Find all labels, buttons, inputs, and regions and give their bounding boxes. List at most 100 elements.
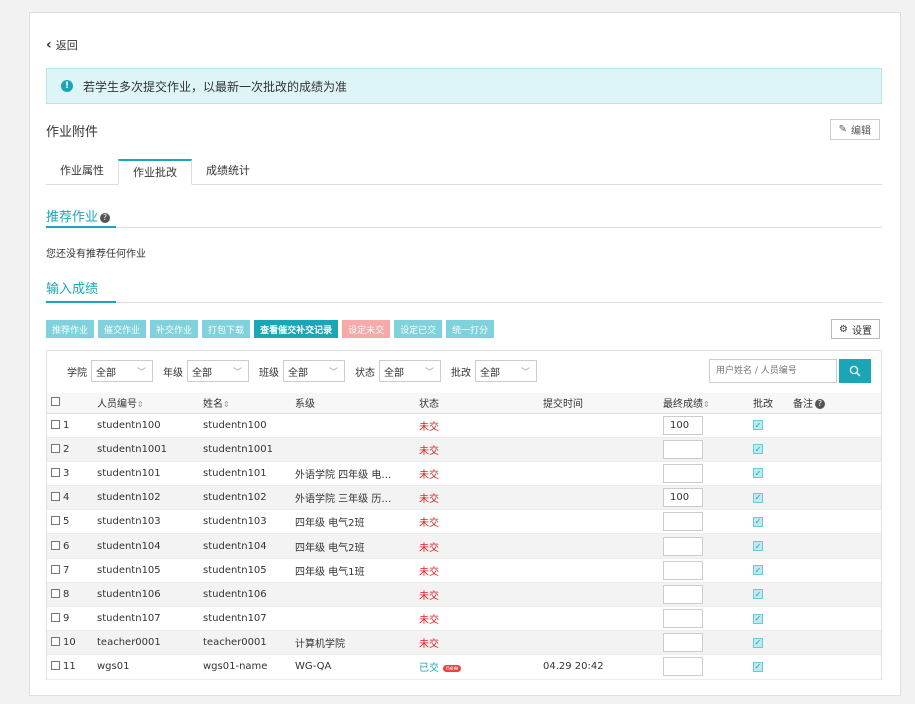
graded-checkbox[interactable]: ✓ [753, 613, 763, 624]
row-checkbox[interactable] [51, 613, 60, 623]
cell-graded: ✓ [749, 558, 789, 583]
filter-label-status: 状态 [355, 367, 375, 379]
graded-checkbox[interactable]: ✓ [753, 420, 763, 431]
score-input[interactable]: 100 [663, 415, 703, 435]
cell-dept: 四年级 电气1班 [291, 558, 415, 583]
cell-note [789, 509, 881, 535]
score-input[interactable] [663, 463, 703, 483]
cell-score [659, 509, 749, 535]
cell-time [539, 533, 659, 559]
chevron-down-icon: ﹀ [520, 367, 530, 378]
row-checkbox[interactable] [51, 637, 60, 647]
graded-select[interactable]: 全部 ﹀ [475, 360, 537, 382]
grade-select[interactable]: 全部 ﹀ [187, 360, 249, 382]
cell-score [659, 582, 749, 608]
set-submitted-button[interactable]: 设定已交 [394, 320, 443, 338]
edit-label: 编辑 [851, 126, 871, 137]
score-input[interactable] [663, 657, 703, 677]
graded-checkbox[interactable]: ✓ [753, 589, 763, 600]
row-number: 1 [63, 419, 70, 431]
score-input[interactable] [663, 439, 703, 459]
cell-dept: WG-QA [291, 654, 415, 680]
select-all-cell [47, 393, 93, 414]
search-input[interactable] [709, 359, 837, 383]
cell-note [789, 461, 881, 487]
tab-statistics[interactable]: 成绩统计 [192, 159, 264, 185]
cell-status: 未交 [415, 582, 539, 608]
status-text: 未交 [419, 615, 439, 627]
row-checkbox[interactable] [51, 588, 60, 598]
score-input[interactable] [663, 633, 703, 653]
cell-note [789, 485, 881, 511]
class-select[interactable]: 全部 ﹀ [283, 360, 345, 382]
table-row: 1 studentn100 studentn100 未交 100 ✓ [47, 413, 881, 438]
tab-properties[interactable]: 作业属性 [46, 159, 118, 185]
download-zip-button[interactable]: 打包下载 [202, 320, 251, 338]
graded-checkbox[interactable]: ✓ [753, 565, 763, 576]
back-link[interactable]: ‹ 返回 [46, 37, 78, 53]
score-input[interactable] [663, 536, 703, 556]
cell-graded: ✓ [749, 630, 789, 656]
help-icon[interactable]: ? [100, 212, 111, 223]
settings-button[interactable]: ⚙ 设置 [831, 319, 880, 339]
col-name[interactable]: 姓名⇕ [199, 393, 291, 414]
col-id[interactable]: 人员编号⇕ [93, 393, 199, 414]
late-submit-button[interactable]: 补交作业 [150, 320, 199, 338]
grade-all-button[interactable]: 统一打分 [446, 320, 495, 338]
row-checkbox[interactable] [51, 540, 60, 550]
score-input[interactable] [663, 609, 703, 629]
status-text: 未交 [419, 518, 439, 530]
cell-graded: ✓ [749, 582, 789, 608]
row-checkbox[interactable] [51, 443, 60, 453]
graded-checkbox[interactable]: ✓ [753, 661, 763, 672]
row-select-cell: 5 [47, 509, 93, 535]
table-row: 5 studentn103 studentn103 四年级 电气2班 未交 ✓ [47, 509, 881, 535]
graded-checkbox[interactable]: ✓ [753, 444, 763, 455]
notice-text: 若学生多次提交作业，以最新一次批改的成绩为准 [83, 79, 348, 94]
cell-name: studentn102 [199, 485, 291, 511]
section-title: 作业附件 [46, 125, 99, 140]
cell-name: studentn105 [199, 558, 291, 583]
graded-checkbox[interactable]: ✓ [753, 541, 763, 552]
select-all-checkbox[interactable] [51, 397, 60, 407]
score-input[interactable] [663, 512, 703, 532]
table-header: 人员编号⇕ 姓名⇕ 系级 状态 提交时间 最终成绩⇕ 批改 备注? [47, 393, 881, 414]
cell-note [789, 533, 881, 559]
urge-submit-button[interactable]: 催交作业 [98, 320, 147, 338]
set-unsubmitted-button[interactable]: 设定未交 [342, 320, 391, 338]
status-text: 未交 [419, 566, 439, 578]
select-value: 全部 [384, 367, 404, 379]
row-checkbox[interactable] [51, 467, 60, 477]
score-input[interactable] [663, 584, 703, 604]
edit-button[interactable]: ✎ 编辑 [829, 119, 880, 140]
cell-graded: ✓ [749, 606, 789, 632]
status-text: 未交 [419, 445, 439, 457]
row-checkbox[interactable] [51, 516, 60, 526]
graded-checkbox[interactable]: ✓ [753, 637, 763, 648]
recommend-button[interactable]: 推荐作业 [46, 320, 95, 338]
cell-name: teacher0001 [199, 630, 291, 656]
row-number: 4 [63, 492, 70, 504]
search-button[interactable] [839, 359, 871, 383]
row-checkbox[interactable] [51, 661, 60, 671]
row-checkbox[interactable] [51, 564, 60, 574]
row-checkbox[interactable] [51, 419, 60, 429]
graded-checkbox[interactable]: ✓ [753, 516, 763, 527]
cell-note [789, 437, 881, 462]
view-records-button[interactable]: 查看催交补交记录 [254, 320, 339, 338]
tab-grading[interactable]: 作业批改 [118, 159, 192, 185]
status-select[interactable]: 全部 ﹀ [379, 360, 441, 382]
score-input[interactable] [663, 560, 703, 580]
row-checkbox[interactable] [51, 492, 60, 502]
college-select[interactable]: 全部 ﹀ [91, 360, 153, 382]
cell-status: 未交 [415, 630, 539, 656]
table-row: 6 studentn104 studentn104 四年级 电气2班 未交 ✓ [47, 533, 881, 559]
graded-checkbox[interactable]: ✓ [753, 468, 763, 479]
graded-checkbox[interactable]: ✓ [753, 492, 763, 503]
cell-dept [291, 413, 415, 438]
cell-graded: ✓ [749, 461, 789, 487]
chevron-down-icon: ﹀ [328, 367, 338, 378]
score-input[interactable]: 100 [663, 488, 703, 508]
help-icon[interactable]: ? [815, 398, 825, 409]
col-score[interactable]: 最终成绩⇕ [659, 393, 749, 414]
